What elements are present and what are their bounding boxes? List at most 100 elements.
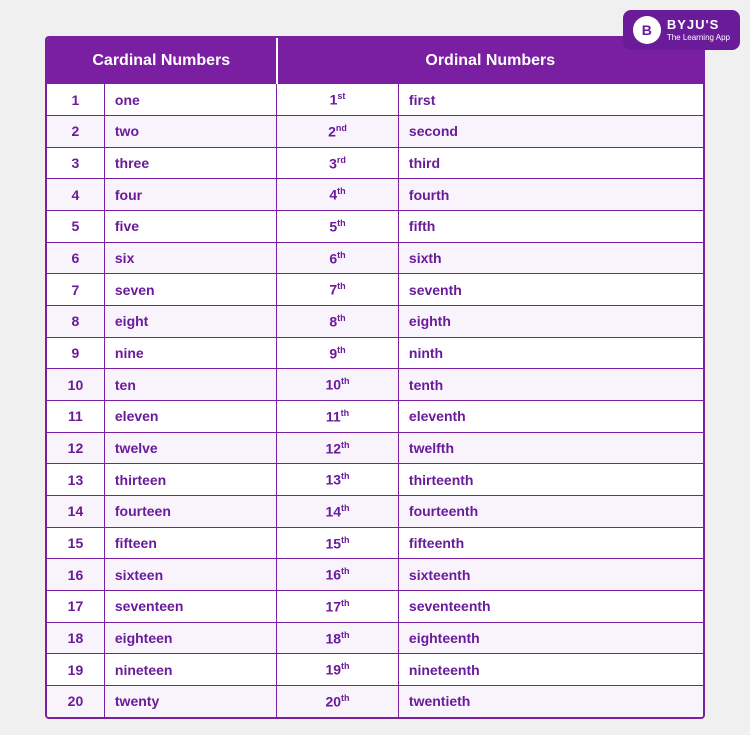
table-row: 18 eighteen 18th eighteenth: [47, 622, 703, 654]
cardinal-word: eight: [104, 306, 276, 338]
ordinal-word: fourteenth: [398, 495, 703, 527]
ordinal-word: second: [398, 116, 703, 148]
ordinal-number: 1st: [277, 84, 399, 115]
ordinal-word: ninth: [398, 337, 703, 369]
ordinal-suffix: nd: [336, 123, 347, 133]
table-body: 1 one 1st first 2 two 2nd second 3 three…: [47, 84, 703, 716]
cardinal-number: 8: [47, 306, 104, 338]
ordinal-suffix: th: [341, 598, 350, 608]
cardinal-word: thirteen: [104, 464, 276, 496]
cardinal-word: six: [104, 242, 276, 274]
cardinal-word: fifteen: [104, 527, 276, 559]
ordinal-suffix: th: [341, 535, 350, 545]
ordinal-suffix: rd: [337, 155, 346, 165]
ordinal-number: 14th: [277, 495, 399, 527]
table-row: 10 ten 10th tenth: [47, 369, 703, 401]
table-row: 12 twelve 12th twelfth: [47, 432, 703, 464]
ordinal-number: 11th: [277, 401, 399, 433]
ordinal-word: thirteenth: [398, 464, 703, 496]
table-row: 13 thirteen 13th thirteenth: [47, 464, 703, 496]
ordinal-number: 15th: [277, 527, 399, 559]
cardinal-word: four: [104, 179, 276, 211]
cardinal-word: one: [104, 84, 276, 115]
ordinal-word: eleventh: [398, 401, 703, 433]
cardinal-number: 2: [47, 116, 104, 148]
table-row: 8 eight 8th eighth: [47, 306, 703, 338]
ordinal-number: 13th: [277, 464, 399, 496]
table-row: 20 twenty 20th twentieth: [47, 685, 703, 716]
cardinal-number: 17: [47, 590, 104, 622]
cardinal-word: nineteen: [104, 654, 276, 686]
numbers-table: Cardinal Numbers Ordinal Numbers 1 one 1…: [47, 38, 703, 716]
cardinal-word: fourteen: [104, 495, 276, 527]
ordinal-number: 2nd: [277, 116, 399, 148]
ordinal-suffix: th: [341, 503, 350, 513]
ordinal-suffix: th: [341, 440, 350, 450]
ordinal-number: 3rd: [277, 147, 399, 179]
ordinal-word: twentieth: [398, 685, 703, 716]
cardinal-number: 6: [47, 242, 104, 274]
cardinal-number: 19: [47, 654, 104, 686]
cardinal-word: seven: [104, 274, 276, 306]
cardinal-number: 13: [47, 464, 104, 496]
cardinal-number: 18: [47, 622, 104, 654]
cardinal-number: 11: [47, 401, 104, 433]
cardinal-word: three: [104, 147, 276, 179]
table-row: 16 sixteen 16th sixteenth: [47, 559, 703, 591]
ordinal-number: 17th: [277, 590, 399, 622]
ordinal-suffix: th: [337, 345, 346, 355]
ordinal-suffix: th: [341, 408, 350, 418]
numbers-table-container: Cardinal Numbers Ordinal Numbers 1 one 1…: [45, 36, 705, 718]
ordinal-suffix: th: [341, 376, 350, 386]
table-row: 9 nine 9th ninth: [47, 337, 703, 369]
table-row: 15 fifteen 15th fifteenth: [47, 527, 703, 559]
cardinal-number: 20: [47, 685, 104, 716]
table-row: 6 six 6th sixth: [47, 242, 703, 274]
ordinal-number: 9th: [277, 337, 399, 369]
ordinal-word: sixth: [398, 242, 703, 274]
ordinal-number: 18th: [277, 622, 399, 654]
brand-name: BYJU'S: [667, 17, 730, 33]
table-row: 3 three 3rd third: [47, 147, 703, 179]
ordinal-number: 16th: [277, 559, 399, 591]
cardinal-word: sixteen: [104, 559, 276, 591]
ordinal-number: 12th: [277, 432, 399, 464]
cardinal-number: 15: [47, 527, 104, 559]
cardinal-number: 10: [47, 369, 104, 401]
ordinal-number: 19th: [277, 654, 399, 686]
cardinal-number: 7: [47, 274, 104, 306]
ordinal-number: 6th: [277, 242, 399, 274]
ordinal-word: fifteenth: [398, 527, 703, 559]
cardinal-word: ten: [104, 369, 276, 401]
table-row: 11 eleven 11th eleventh: [47, 401, 703, 433]
ordinal-suffix: st: [337, 91, 345, 101]
table-row: 1 one 1st first: [47, 84, 703, 115]
logo-letter: B: [642, 22, 652, 38]
ordinal-word: tenth: [398, 369, 703, 401]
ordinal-number: 20th: [277, 685, 399, 716]
table-header-row: Cardinal Numbers Ordinal Numbers: [47, 38, 703, 84]
cardinal-word: twelve: [104, 432, 276, 464]
ordinal-suffix: th: [337, 218, 346, 228]
ordinal-number: 7th: [277, 274, 399, 306]
ordinal-suffix: th: [341, 693, 350, 703]
ordinal-suffix: th: [337, 250, 346, 260]
ordinal-number: 5th: [277, 211, 399, 243]
cardinal-word: five: [104, 211, 276, 243]
table-row: 2 two 2nd second: [47, 116, 703, 148]
cardinal-number: 16: [47, 559, 104, 591]
ordinal-word: nineteenth: [398, 654, 703, 686]
ordinal-suffix: th: [337, 186, 346, 196]
cardinal-header: Cardinal Numbers: [47, 38, 277, 84]
logo-text-block: BYJU'S The Learning App: [667, 17, 730, 42]
ordinal-number: 10th: [277, 369, 399, 401]
ordinal-word: first: [398, 84, 703, 115]
ordinal-word: seventeenth: [398, 590, 703, 622]
table-row: 19 nineteen 19th nineteenth: [47, 654, 703, 686]
ordinal-word: sixteenth: [398, 559, 703, 591]
ordinal-suffix: th: [337, 281, 346, 291]
cardinal-word: seventeen: [104, 590, 276, 622]
ordinal-suffix: th: [337, 313, 346, 323]
brand-tagline: The Learning App: [667, 33, 730, 43]
cardinal-number: 9: [47, 337, 104, 369]
